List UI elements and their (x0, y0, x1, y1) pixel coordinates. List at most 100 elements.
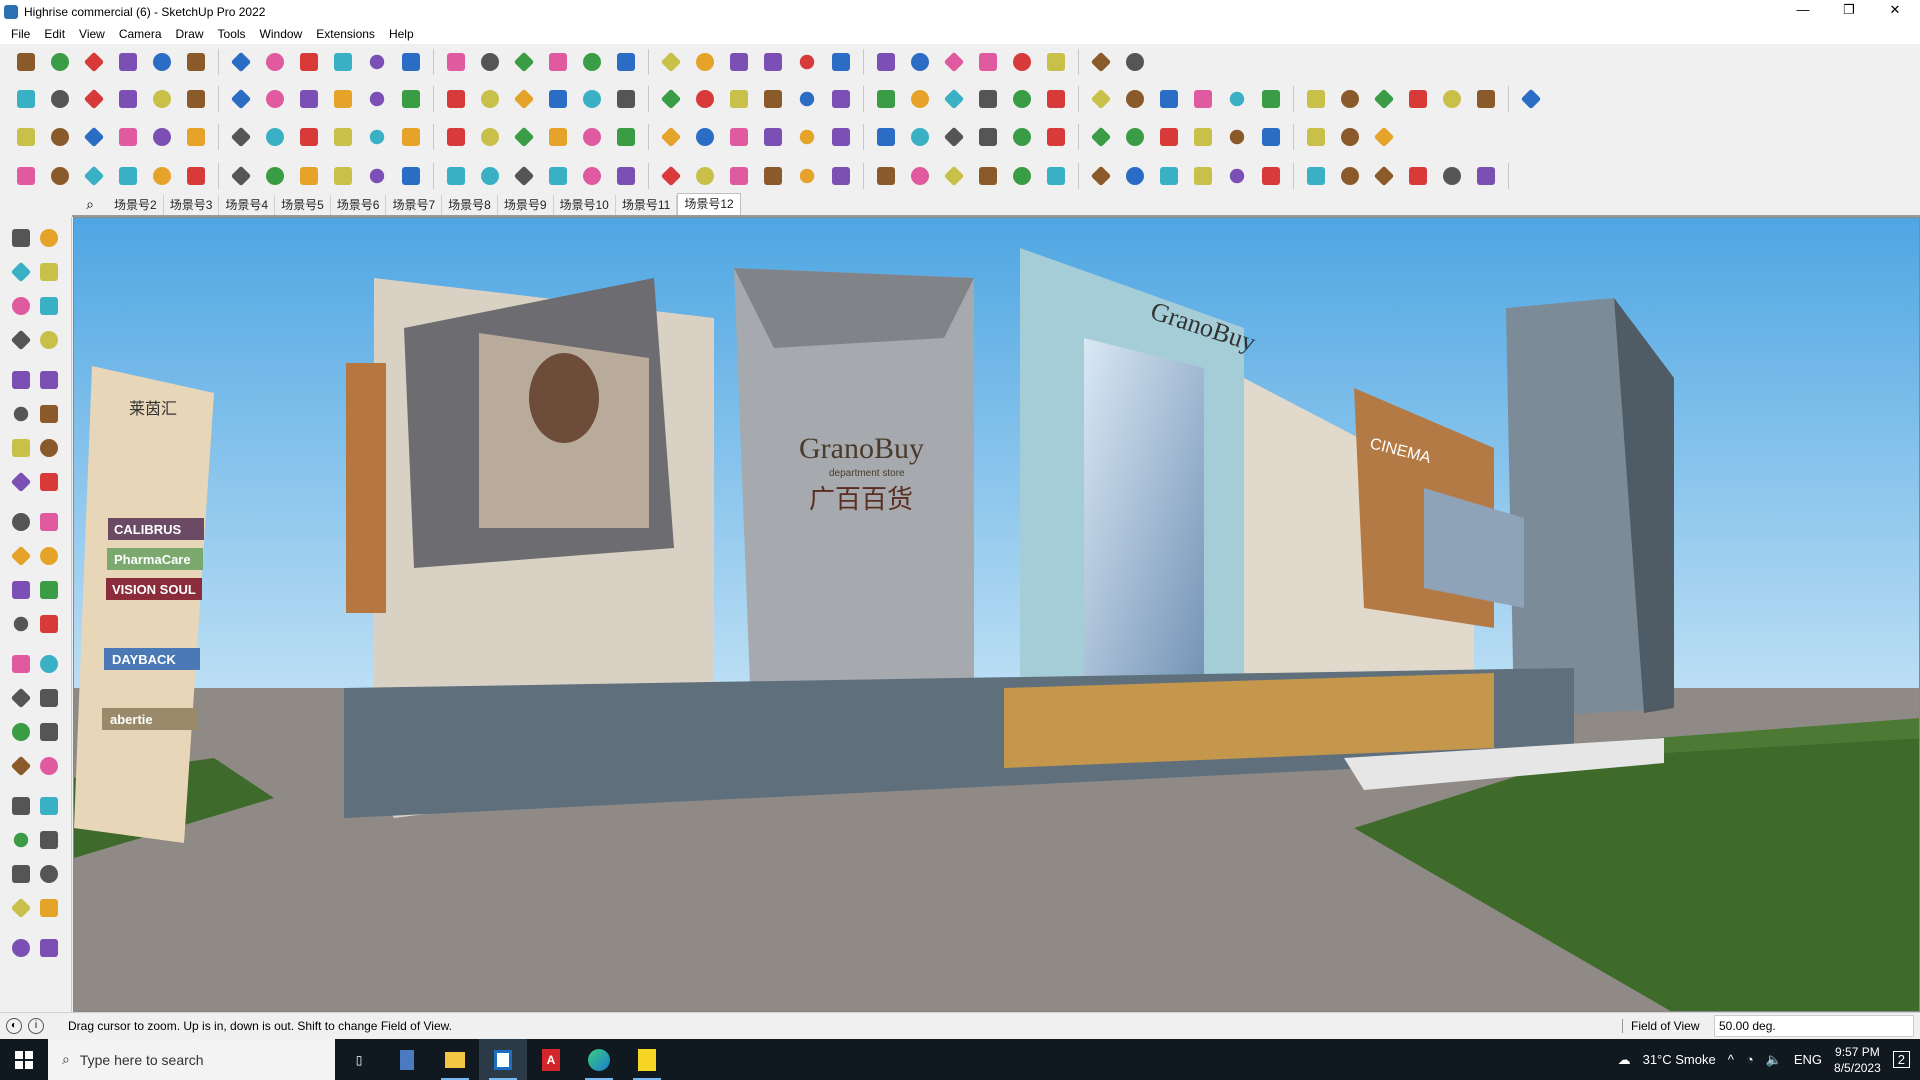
notifications-badge[interactable]: 2 (1892, 1051, 1910, 1068)
scene-tab[interactable]: 场景号8 (442, 195, 498, 215)
tool-loop-button[interactable] (227, 123, 255, 151)
file-explorer-app[interactable] (431, 1039, 479, 1080)
show-hidden-icons[interactable]: ^ (1728, 1052, 1734, 1067)
tool-axes-button[interactable] (8, 685, 34, 711)
tool-outer-shell-button[interactable] (8, 895, 34, 921)
tool-section-button[interactable] (872, 48, 900, 76)
tool-tree-2-button[interactable] (1438, 162, 1466, 190)
tool-list-button[interactable] (295, 123, 323, 151)
tool-zoom-extents-button[interactable] (8, 793, 34, 819)
tool-shape-4-button[interactable] (1008, 85, 1036, 113)
tool-plane-4-button[interactable] (114, 123, 142, 151)
maximize-button[interactable]: ❐ (1826, 0, 1872, 23)
tool-orbit-button[interactable] (510, 48, 538, 76)
tool-pan-button[interactable] (36, 719, 62, 745)
tool-track-button[interactable] (974, 162, 1002, 190)
tool-wall-button[interactable] (691, 162, 719, 190)
tool-solid-4-button[interactable] (1472, 85, 1500, 113)
tool-sphere-2-button[interactable] (1370, 162, 1398, 190)
tool-push-button[interactable] (114, 85, 142, 113)
tool-spray-button[interactable] (80, 162, 108, 190)
minimize-button[interactable]: — (1780, 0, 1826, 23)
edge-app[interactable] (575, 1039, 623, 1080)
tool-select-button[interactable] (46, 48, 74, 76)
tool-intersect-button[interactable] (36, 895, 62, 921)
scene-tab[interactable]: 场景号10 (554, 195, 616, 215)
tool-orbit-button[interactable] (36, 225, 62, 251)
tool-fan-button[interactable] (906, 162, 934, 190)
tool-cone-button[interactable] (612, 123, 640, 151)
tool-rectangle-button[interactable] (182, 48, 210, 76)
tool-scale-button[interactable] (8, 577, 34, 603)
scene-tab[interactable]: 场景号6 (331, 195, 387, 215)
tool-subtract-button[interactable] (36, 935, 62, 961)
tool-solid-3-button[interactable] (1438, 85, 1466, 113)
tool-extrude-3-button[interactable] (227, 85, 255, 113)
menu-camera[interactable]: Camera (112, 27, 169, 41)
tool-house-6-button[interactable] (759, 85, 787, 113)
tool-house-1-button[interactable] (578, 85, 606, 113)
scene-tab[interactable]: 场景号12 (677, 193, 741, 215)
tool-shape-1-button[interactable] (906, 85, 934, 113)
tool-push-pull-button[interactable] (227, 48, 255, 76)
tool-louvre-button[interactable] (1042, 162, 1070, 190)
tool-follow-me-button[interactable] (261, 48, 289, 76)
tool-curve-2-button[interactable] (46, 162, 74, 190)
tool-rotate-button[interactable] (8, 543, 34, 569)
tool-scale-button[interactable] (363, 48, 391, 76)
tool-shape-9-button[interactable] (1189, 85, 1217, 113)
tool-clone-2-button[interactable] (1008, 123, 1036, 151)
scene-tab[interactable]: 场景号5 (275, 195, 331, 215)
tool-box-button[interactable] (872, 123, 900, 151)
tool-arc-3pt-button[interactable] (8, 469, 34, 495)
tool-shape-6-button[interactable] (1087, 85, 1115, 113)
tool-roof-button[interactable] (1087, 162, 1115, 190)
tool-flip-1-button[interactable] (397, 85, 425, 113)
tool-cone-2-button[interactable] (657, 123, 685, 151)
tool-spiral-3-button[interactable] (793, 123, 821, 151)
tool-sphere-button[interactable] (295, 162, 323, 190)
tool-rectangle-button[interactable] (8, 367, 34, 393)
tool-corner-2-button[interactable] (476, 162, 504, 190)
tool-offset-button[interactable] (544, 85, 572, 113)
tool-text-button[interactable] (442, 48, 470, 76)
tool-brick-button[interactable] (1336, 85, 1364, 113)
tool-dome-button[interactable] (657, 162, 685, 190)
menu-window[interactable]: Window (253, 27, 310, 41)
tool-blind-button[interactable] (1257, 162, 1285, 190)
tool-polyline-button[interactable] (12, 162, 40, 190)
tool-house-5-button[interactable] (725, 85, 753, 113)
tool-shape-3-button[interactable] (974, 85, 1002, 113)
tool-arc-button[interactable] (148, 48, 176, 76)
weather-text[interactable]: 31°C Smoke (1643, 1052, 1716, 1067)
tool-pencil-tool-button[interactable] (1223, 85, 1251, 113)
tool-shaded-button[interactable] (80, 85, 108, 113)
volume-icon[interactable]: 🔈 (1766, 1052, 1782, 1068)
tool-gem-button[interactable] (1087, 123, 1115, 151)
menu-draw[interactable]: Draw (169, 27, 211, 41)
sketchup-app[interactable] (479, 1039, 527, 1080)
tool-plane-3-button[interactable] (80, 123, 108, 151)
menu-help[interactable]: Help (382, 27, 421, 41)
tool-plane-2-button[interactable] (46, 123, 74, 151)
tool-box-style-button[interactable] (12, 85, 40, 113)
tool-zoom-button[interactable] (12, 48, 40, 76)
tool-arc-button[interactable] (8, 435, 34, 461)
tool-stamp-button[interactable] (1302, 85, 1330, 113)
clock[interactable]: 9:57 PM 8/5/2023 (1834, 1044, 1881, 1076)
acrobat-app[interactable]: A (527, 1039, 575, 1080)
tool-eraser-button[interactable] (36, 259, 62, 285)
scene-tab[interactable]: 场景号9 (498, 195, 554, 215)
fov-input[interactable]: 50.00 deg. (1714, 1015, 1914, 1037)
tool-dimension-button[interactable] (974, 48, 1002, 76)
tool-fold-button[interactable] (329, 162, 357, 190)
tool-stairs-2-button[interactable] (725, 162, 753, 190)
tool-line-button[interactable] (8, 327, 34, 353)
menu-view[interactable]: View (72, 27, 112, 41)
scene-tab[interactable]: 场景号3 (164, 195, 220, 215)
tool-stairs-3-button[interactable] (793, 162, 821, 190)
tool-plane-5-button[interactable] (148, 123, 176, 151)
tool-plane-1-button[interactable] (12, 123, 40, 151)
tool-triangle-button[interactable] (691, 123, 719, 151)
tool-star-button[interactable] (827, 123, 855, 151)
